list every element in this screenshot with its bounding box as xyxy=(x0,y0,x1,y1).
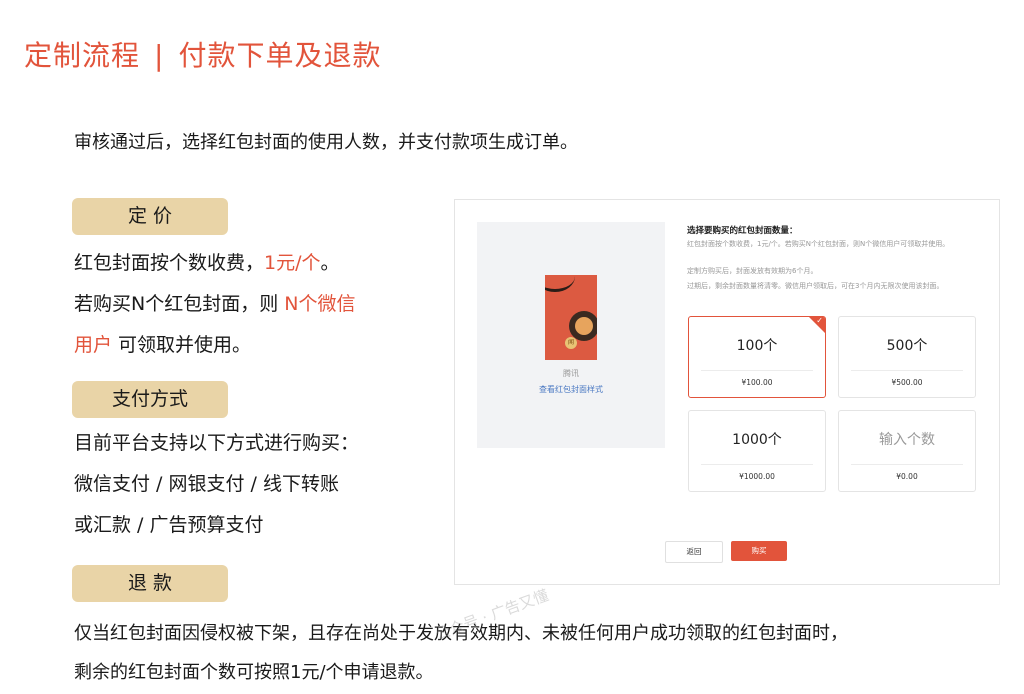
refund-line: 剩余的红包封面个数可按照1元/个申请退款。 xyxy=(74,662,434,683)
check-icon: ✓ xyxy=(816,316,823,325)
option-100[interactable]: ✓ 100个 ¥100.00 xyxy=(688,316,826,398)
price-highlight: 1元/个 xyxy=(264,252,321,274)
title-divider: | xyxy=(154,39,165,72)
intro-text: 审核通过后，选择红包封面的使用人数，并支付款项生成订单。 xyxy=(74,132,578,153)
select-quantity-title: 选择要购买的红包封面数量： xyxy=(687,226,798,236)
custom-count-input[interactable]: 输入个数 xyxy=(839,429,975,449)
pricing-text: 红包封面按个数收费，1元/个。 若购买N个红包封面，则 N个微信 用户 可领取并… xyxy=(74,243,355,366)
purchase-mockup: 闻 腾讯 查看红包封面样式 选择要购买的红包封面数量： 红包封面按个数收费，1元… xyxy=(454,199,1000,585)
payment-line: 目前平台支持以下方式进行购买： xyxy=(74,432,360,454)
view-cover-link[interactable]: 查看红包封面样式 xyxy=(477,384,665,395)
cover-preview: 闻 腾讯 查看红包封面样式 xyxy=(477,222,665,448)
select-desc: 定制方购买后，封面发放有效期为6个月。 xyxy=(687,267,818,275)
option-500[interactable]: 500个 ¥500.00 xyxy=(838,316,976,398)
pricing-label: 定 价 xyxy=(72,198,228,235)
option-1000[interactable]: 1000个 ¥1000.00 xyxy=(688,410,826,492)
red-envelope-image: 闻 xyxy=(545,275,597,360)
refund-label: 退 款 xyxy=(72,565,228,602)
option-custom[interactable]: 输入个数 ¥0.00 xyxy=(838,410,976,492)
pricing-line-3: 用户 可领取并使用。 xyxy=(74,334,252,356)
pricing-line-1: 红包封面按个数收费，1元/个。 xyxy=(74,252,340,274)
payment-line: 或汇款 / 广告预算支付 xyxy=(74,514,264,536)
coin-icon: 闻 xyxy=(565,337,577,349)
title-topic: 付款下单及退款 xyxy=(178,39,382,72)
buy-button[interactable]: 购买 xyxy=(731,541,787,561)
option-price: ¥1000.00 xyxy=(739,472,775,481)
payment-label: 支付方式 xyxy=(72,381,228,418)
pricing-line-2: 若购买N个红包封面，则 N个微信 xyxy=(74,293,356,315)
back-button[interactable]: 返回 xyxy=(665,541,723,563)
users-highlight-cont: 用户 xyxy=(74,334,113,356)
option-price: ¥0.00 xyxy=(896,472,918,481)
option-price: ¥500.00 xyxy=(891,378,923,387)
option-count: 100个 xyxy=(736,338,778,354)
option-count: 500个 xyxy=(886,338,928,354)
cover-brand: 腾讯 xyxy=(563,369,579,378)
option-price: ¥100.00 xyxy=(741,378,773,387)
payment-text: 目前平台支持以下方式进行购买： 微信支付 / 网银支付 / 线下转账 或汇款 /… xyxy=(74,423,359,546)
users-highlight: N个微信 xyxy=(284,293,356,315)
select-desc: 红包封面按个数收费，1元/个。若购买N个红包封面，则N个微信用户可领取并使用。 xyxy=(687,240,950,248)
payment-line: 微信支付 / 网银支付 / 线下转账 xyxy=(74,473,339,495)
select-desc: 过期后，剩余封面数量将清零。微信用户领取后，可在3个月内无限次使用该封面。 xyxy=(687,282,944,290)
option-count: 1000个 xyxy=(732,432,782,448)
page-title: 定制流程 | 付款下单及退款 xyxy=(24,34,381,74)
title-section: 定制流程 xyxy=(24,39,141,72)
